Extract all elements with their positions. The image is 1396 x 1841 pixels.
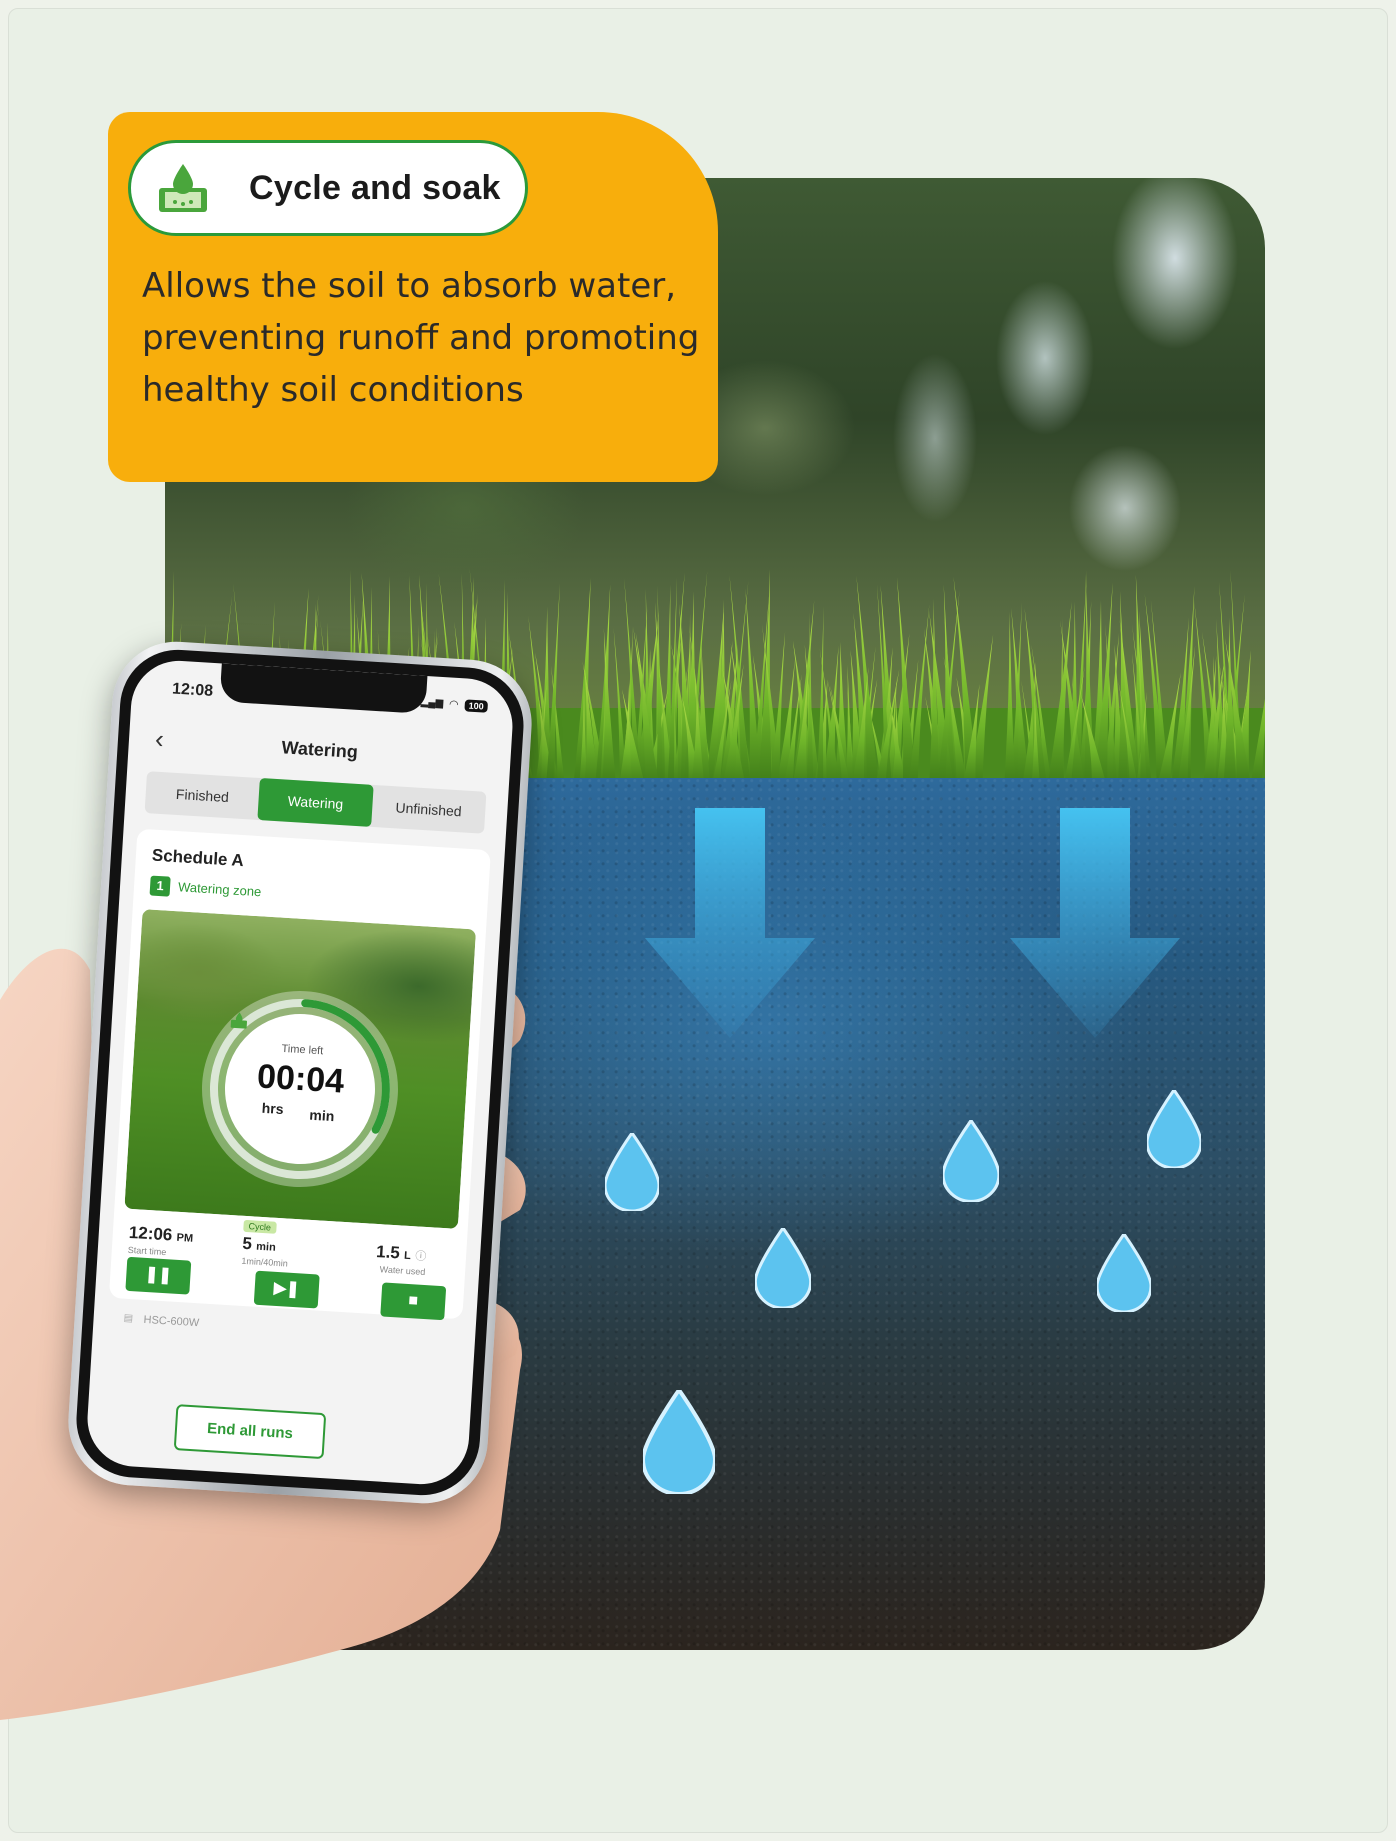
cycle-tag: Cycle xyxy=(243,1219,277,1234)
cycle-stat: Cycle 5 min 1min/40min xyxy=(241,1216,290,1269)
nav-title: Watering xyxy=(281,737,359,762)
signal-icon: ▂▄▆ xyxy=(420,696,444,710)
status-tabs: Finished Watering Unfinished xyxy=(144,771,487,834)
water-used-label: Water used xyxy=(379,1264,426,1278)
time-left-hrs: hrs xyxy=(261,1099,285,1118)
cycle-soak-icon xyxy=(159,164,207,212)
status-icons: ▂▄▆ ◠ 100 xyxy=(420,696,489,713)
skip-button[interactable]: ▶❚ xyxy=(253,1270,320,1309)
arrow-down-icon xyxy=(645,808,815,1038)
water-used-value: 1.5 xyxy=(375,1242,401,1263)
time-left-ring: Time left 00:04 hrs min xyxy=(196,985,404,1193)
feature-description: Allows the soil to absorb water, prevent… xyxy=(142,266,700,410)
tab-finished[interactable]: Finished xyxy=(145,771,261,820)
phone-screen: 12:08 ▂▄▆ ◠ 100 ‹ Watering Finished Wate… xyxy=(84,658,516,1487)
stop-button[interactable]: ■ xyxy=(380,1282,447,1321)
zone-photo: Time left 00:04 hrs min xyxy=(124,909,477,1229)
water-drop-icon xyxy=(1097,1234,1151,1312)
time-left-min: min xyxy=(308,1106,335,1125)
status-time: 12:08 xyxy=(171,680,214,700)
tab-watering[interactable]: Watering xyxy=(257,778,374,827)
zone-label: Watering zone xyxy=(177,879,262,900)
smartphone: 12:08 ▂▄▆ ◠ 100 ‹ Watering Finished Wate… xyxy=(64,637,536,1508)
cycle-soak-icon xyxy=(230,1012,248,1029)
water-drop-icon xyxy=(605,1133,659,1211)
device-name: HSC-600W xyxy=(143,1313,200,1330)
end-all-runs-button[interactable]: End all runs xyxy=(173,1404,327,1460)
schedule-title: Schedule A xyxy=(151,845,245,871)
wifi-icon: ◠ xyxy=(448,698,460,711)
cycle-detail: 1min/40min xyxy=(241,1255,289,1269)
cycle-value: 5 xyxy=(241,1233,253,1254)
feature-callout: Cycle and soak Allows the soil to absorb… xyxy=(108,112,718,482)
device-icon: ▤ xyxy=(123,1312,134,1325)
schedule-card: Schedule A 1 Watering zone Time left 00:… xyxy=(108,828,491,1329)
water-drop-icon xyxy=(1147,1090,1201,1168)
time-left-value: 00:04 xyxy=(256,1057,346,1101)
water-used-stat: 1.5 L ⓘ Water used xyxy=(375,1242,427,1277)
arrow-down-icon xyxy=(1010,808,1180,1038)
water-drop-icon xyxy=(943,1120,999,1202)
pause-button[interactable]: ❚❚ xyxy=(125,1256,192,1295)
start-time-stat: 12:06 PM Start time xyxy=(128,1223,194,1259)
phone-bezel: 12:08 ▂▄▆ ◠ 100 ‹ Watering Finished Wate… xyxy=(73,646,527,1499)
battery-icon: 100 xyxy=(464,698,489,713)
feature-title-pill: Cycle and soak xyxy=(128,140,528,236)
start-time-value: 12:06 xyxy=(128,1222,173,1245)
feature-title: Cycle and soak xyxy=(249,168,501,207)
cycle-unit: min xyxy=(255,1240,277,1254)
tab-unfinished[interactable]: Unfinished xyxy=(371,785,487,834)
water-used-unit: L xyxy=(403,1249,412,1263)
water-drop-icon xyxy=(755,1228,811,1308)
help-icon[interactable]: ⓘ xyxy=(415,1250,427,1263)
water-drop-icon xyxy=(643,1390,715,1494)
zone-number-badge: 1 xyxy=(149,875,171,897)
start-time-suffix: PM xyxy=(176,1231,194,1245)
phone-notch xyxy=(219,663,428,714)
